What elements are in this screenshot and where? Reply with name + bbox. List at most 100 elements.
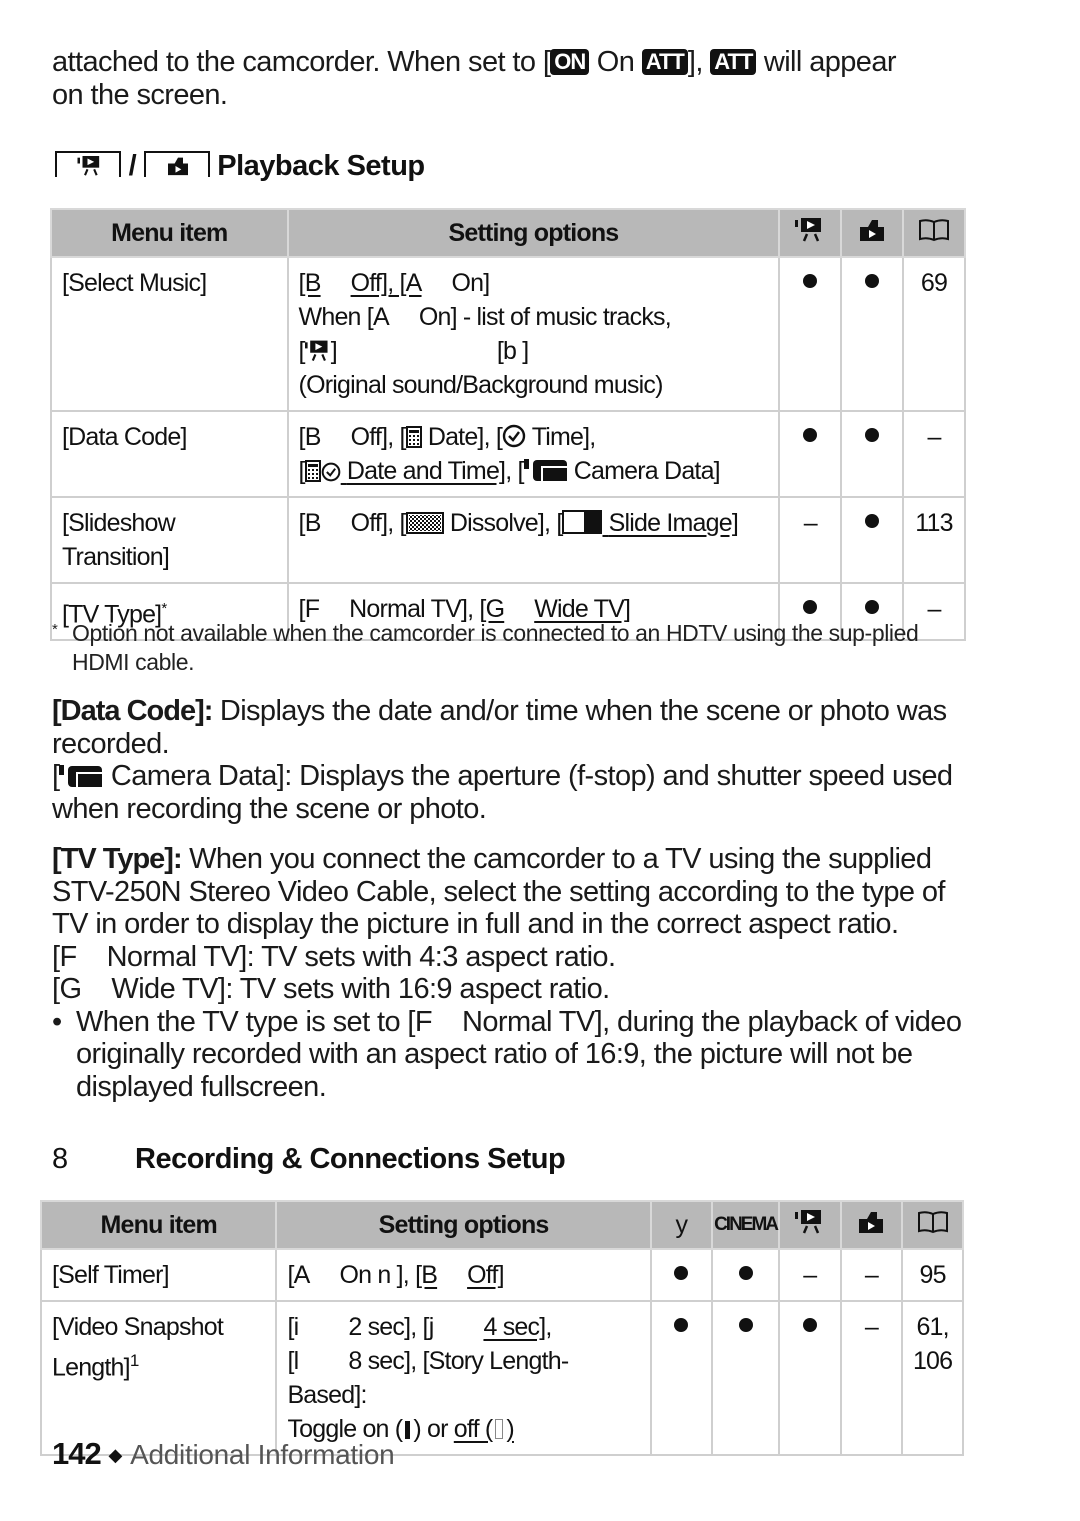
camera-data-icon xyxy=(524,458,568,482)
option-text: On n ], xyxy=(339,1261,416,1289)
available-dot xyxy=(803,274,818,288)
option-code: [A xyxy=(287,1261,310,1289)
menu-item: [Self Timer] xyxy=(39,1248,278,1302)
movie-playback-icon xyxy=(778,1200,842,1250)
section-title: Recording & Connections Setup xyxy=(135,1143,566,1175)
data-code-description: [Data Code]: Displays the date and/or ti… xyxy=(52,695,972,825)
intro-suffix: will appear xyxy=(763,46,897,78)
movie-playback-icon xyxy=(305,340,331,362)
option-text: ] xyxy=(330,337,338,365)
att-icon: ATT xyxy=(641,49,688,75)
option-text: , xyxy=(545,1313,552,1341)
playback-setup-heading: / Playback Setup xyxy=(55,150,425,183)
y-mode-mark xyxy=(649,1300,714,1456)
page-number: 61, xyxy=(916,1313,949,1341)
reference-page-icon xyxy=(902,208,966,258)
toggle-on-icon xyxy=(405,1421,411,1439)
table-row: [Select Music] [B Off], [A On] When [A On] … xyxy=(50,256,966,412)
photo-mode-mark: – xyxy=(839,1248,904,1302)
movie-mode-mark xyxy=(778,1300,842,1456)
option-text: Off], [ xyxy=(350,423,407,451)
intro-line2: on the screen. xyxy=(52,78,228,111)
bullet: • xyxy=(52,1005,62,1038)
description-text: Normal TV]: TV sets with 4:3 aspect rati… xyxy=(106,940,616,973)
section-title: Playback Setup xyxy=(217,150,425,182)
option-text: 4 sec] xyxy=(483,1313,546,1341)
menu-item: [Slideshow Transition] xyxy=(50,496,289,584)
menu-item-label: [Video Snapshot Length] xyxy=(52,1313,224,1382)
y-mode-mark xyxy=(649,1248,714,1302)
intro-punct: ], xyxy=(687,46,704,78)
option-text: ) xyxy=(506,1415,514,1443)
movie-playback-icon xyxy=(778,208,843,258)
intro-text: attached to the camcorder. When set to [ xyxy=(52,46,551,78)
option-code: [B xyxy=(298,509,322,537)
page-reference: – xyxy=(902,410,966,498)
photo-mode-mark xyxy=(840,410,905,498)
toggle-off-icon xyxy=(495,1419,504,1439)
available-dot xyxy=(865,514,880,528)
page-reference: 95 xyxy=(901,1248,964,1302)
heading-separator: / xyxy=(128,150,137,182)
calendar-icon xyxy=(406,426,422,448)
page-number: 142 xyxy=(52,1436,102,1471)
header-setting-options: Setting options xyxy=(275,1200,652,1250)
option-text: , [ xyxy=(505,457,524,485)
page-reference: 113 xyxy=(902,496,966,584)
option-text: 8 sec], [Story Length-Based]: xyxy=(287,1347,569,1409)
menu-item: [Data Code] xyxy=(50,410,289,498)
table-row: [Video Snapshot Length]1 [i 2 sec], [j 4 s… xyxy=(39,1300,964,1456)
table-footnote: * Option not available when the camcorde… xyxy=(52,619,972,677)
option-text: When [A xyxy=(298,303,390,331)
page-footer: 142 ◆ Additional Information xyxy=(52,1436,395,1472)
clock-icon xyxy=(321,462,341,482)
option-text: Slide Image] xyxy=(608,509,739,537)
option-text: ) or xyxy=(413,1415,454,1443)
option-text: Date and Time] xyxy=(346,457,506,485)
camera-data-icon xyxy=(59,764,103,788)
table-row: [Data Code] [B Off], [ Date], [ Time], [ … xyxy=(50,410,966,498)
option-code: [B xyxy=(298,269,322,297)
photo-mode-mark xyxy=(840,256,905,412)
available-dot xyxy=(674,1266,689,1280)
option-text: On] - list of music tracks, xyxy=(418,303,672,331)
option-code: [j xyxy=(422,1313,435,1341)
option-text: On] xyxy=(451,269,491,297)
tv-type-description: [TV Type]: When you connect the camcorde… xyxy=(52,843,972,1103)
option-text: Dissolve], xyxy=(449,509,557,537)
movie-mode-mark: – xyxy=(778,496,843,584)
photo-playback-icon xyxy=(840,208,905,258)
on-icon: ON xyxy=(550,49,590,75)
description-text: Wide TV]: TV sets with 16:9 aspect ratio… xyxy=(111,973,610,1005)
description-lead: [TV Type]: xyxy=(52,843,183,875)
option-text: (Original sound/Background music) xyxy=(298,371,664,399)
playback-setup-table: Menu item Setting options [Select Music]… xyxy=(50,208,966,642)
table-header-row: Menu item Setting options xyxy=(50,208,966,258)
footnote-marker: 1 xyxy=(129,1351,139,1370)
option-text: Off], [ xyxy=(350,509,407,537)
on-label: On xyxy=(596,46,635,78)
reference-page-icon xyxy=(901,1200,964,1250)
header-menu-item: Menu item xyxy=(39,1200,278,1250)
option-text: Time], xyxy=(531,423,597,451)
header-menu-item: Menu item xyxy=(50,208,289,258)
table-header-row: Menu item Setting options y CINEMA xyxy=(39,1200,964,1250)
available-dot xyxy=(738,1266,753,1280)
footnote-marker: * xyxy=(161,600,167,617)
recording-setup-heading: 8 Recording & Connections Setup xyxy=(52,1143,566,1176)
recording-menu-icon: 8 xyxy=(52,1143,68,1175)
cinema-mode-icon: CINEMA xyxy=(711,1200,781,1250)
available-dot xyxy=(674,1318,689,1332)
option-code: [i xyxy=(287,1313,299,1341)
calendar-icon xyxy=(305,460,321,482)
slide-image-icon xyxy=(562,510,602,534)
option-code: [l xyxy=(287,1347,299,1375)
footer-section: Additional Information xyxy=(130,1439,395,1470)
dissolve-icon xyxy=(406,512,444,534)
option-text: Date], [ xyxy=(427,423,503,451)
setting-options: [B Off], [A On] When [A On] - list of music… xyxy=(286,256,781,412)
option-text: Camera Data] xyxy=(573,457,721,485)
header-setting-options: Setting options xyxy=(286,208,781,258)
option-text: Off], [A xyxy=(350,269,423,297)
description-text: Camera Data]: Displays the aperture (f-s… xyxy=(52,760,953,825)
